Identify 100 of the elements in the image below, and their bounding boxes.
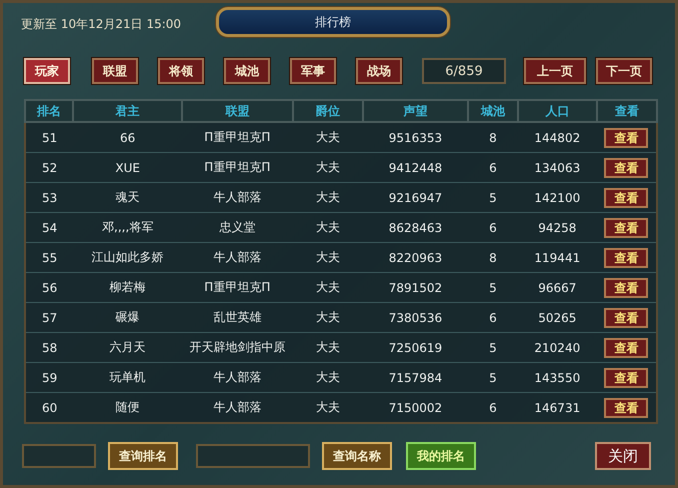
table-cell: 51 (25, 122, 74, 152)
table-cell: 96667 (518, 272, 597, 302)
table-cell: 7250619 (363, 332, 468, 362)
table-cell: 8628463 (363, 212, 468, 242)
column-header: 城池 (468, 100, 518, 122)
view-button[interactable]: 查看 (604, 308, 648, 328)
table-cell: 5 (468, 362, 518, 392)
window-title: 排行榜 (216, 7, 450, 37)
previous-page-button[interactable]: 上一页 (524, 58, 586, 84)
table-cell: 50265 (518, 302, 597, 332)
table-cell: 大夫 (292, 362, 364, 392)
table-cell: 9516353 (363, 122, 468, 152)
view-button[interactable]: 查看 (604, 368, 648, 388)
column-header: 排名 (25, 100, 74, 122)
view-button[interactable]: 查看 (604, 218, 648, 238)
table-cell: 大夫 (292, 182, 364, 212)
table-cell: 大夫 (292, 152, 364, 182)
table-cell: 55 (25, 242, 74, 272)
table-cell: 143550 (518, 362, 597, 392)
table-cell: 6 (468, 212, 518, 242)
column-header: 爵位 (292, 100, 364, 122)
table-cell: 大夫 (292, 272, 364, 302)
view-button[interactable]: 查看 (604, 278, 648, 298)
page-counter: 6/859 (422, 58, 506, 84)
table-cell: 66 (73, 122, 182, 152)
query-button[interactable]: 查询排名 (108, 442, 178, 470)
table-cell: 94258 (518, 212, 597, 242)
view-button[interactable]: 查看 (604, 398, 648, 418)
column-header: 人口 (518, 100, 597, 122)
table-cell: 大夫 (292, 122, 364, 152)
close-button[interactable]: 关闭 (595, 442, 651, 470)
column-header: 君主 (73, 100, 182, 122)
table-cell: 134063 (518, 152, 597, 182)
table-cell: 57 (25, 302, 74, 332)
table-cell: 玩单机 (73, 362, 182, 392)
table-cell: 邓,,,,将军 (73, 212, 182, 242)
table-cell: 8 (468, 242, 518, 272)
table-cell: 59 (25, 362, 74, 392)
query-button[interactable]: 查询名称 (322, 442, 392, 470)
table-cell: 210240 (518, 332, 597, 362)
category-tab[interactable]: 城池 (224, 58, 270, 84)
table-cell: 52 (25, 152, 74, 182)
table-cell: 乱世英雄 (182, 302, 293, 332)
view-button[interactable]: 查看 (604, 248, 648, 268)
view-button[interactable]: 查看 (604, 338, 648, 358)
table-cell: 6 (468, 392, 518, 423)
table-cell: XUE (73, 152, 182, 182)
view-button[interactable]: 查看 (604, 158, 648, 178)
table-cell: 58 (25, 332, 74, 362)
update-time: 更新至 10年12月21日 15:00 (21, 16, 182, 32)
query-button[interactable]: 我的排名 (406, 442, 476, 470)
table-cell: 54 (25, 212, 74, 242)
table-cell: 碾爆 (73, 302, 182, 332)
table-cell: 忠义堂 (182, 212, 293, 242)
table-cell: 大夫 (292, 302, 364, 332)
category-tab[interactable]: 将领 (158, 58, 204, 84)
table-cell: 6 (468, 302, 518, 332)
table-cell: 六月天 (73, 332, 182, 362)
view-button[interactable]: 查看 (604, 128, 648, 148)
table-cell: 146731 (518, 392, 597, 423)
table-cell: 7157984 (363, 362, 468, 392)
table-cell: 8 (468, 122, 518, 152)
table-cell: 56 (25, 272, 74, 302)
table-cell: 60 (25, 392, 74, 423)
search-field[interactable] (22, 444, 96, 468)
table-cell: 142100 (518, 182, 597, 212)
table-cell: Π重甲坦克Π (182, 272, 293, 302)
table-cell: 柳若梅 (73, 272, 182, 302)
table-cell: 江山如此多娇 (73, 242, 182, 272)
table-cell: 牛人部落 (182, 182, 293, 212)
table-cell: 大夫 (292, 332, 364, 362)
category-tab[interactable]: 战场 (356, 58, 402, 84)
category-tab[interactable]: 玩家 (24, 58, 70, 84)
table-cell: 5 (468, 332, 518, 362)
search-field[interactable] (196, 444, 310, 468)
table-cell: 牛人部落 (182, 362, 293, 392)
table-cell: 大夫 (292, 392, 364, 423)
table-cell: 牛人部落 (182, 242, 293, 272)
table-cell: 随便 (73, 392, 182, 423)
column-header: 声望 (363, 100, 468, 122)
table-cell: 119441 (518, 242, 597, 272)
table-cell: 53 (25, 182, 74, 212)
table-cell: 144802 (518, 122, 597, 152)
view-button[interactable]: 查看 (604, 188, 648, 208)
category-tab[interactable]: 军事 (290, 58, 336, 84)
table-cell: 7380536 (363, 302, 468, 332)
table-cell: Π重甲坦克Π (182, 152, 293, 182)
table-cell: 大夫 (292, 242, 364, 272)
table-cell: 7150002 (363, 392, 468, 423)
table-cell: 7891502 (363, 272, 468, 302)
column-header: 联盟 (182, 100, 293, 122)
table-cell: 6 (468, 152, 518, 182)
next-page-button[interactable]: 下一页 (596, 58, 652, 84)
category-tab[interactable]: 联盟 (92, 58, 138, 84)
table-cell: 8220963 (363, 242, 468, 272)
table-cell: 9216947 (363, 182, 468, 212)
table-cell: Π重甲坦克Π (182, 122, 293, 152)
column-header: 查看 (596, 100, 657, 122)
table-cell: 魂天 (73, 182, 182, 212)
table-cell: 5 (468, 182, 518, 212)
